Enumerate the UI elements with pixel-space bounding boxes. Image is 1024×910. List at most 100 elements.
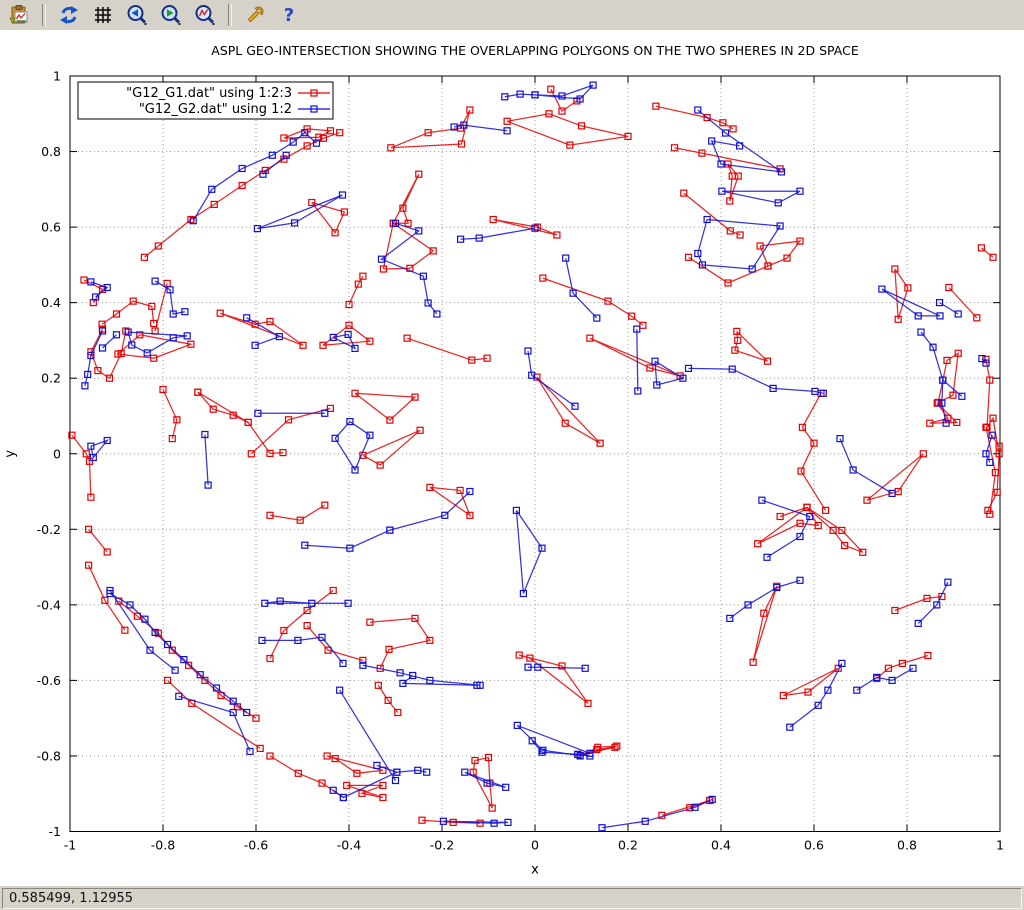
data-polyline [949, 288, 977, 318]
data-polyline [602, 799, 712, 827]
plot-title: ASPL GEO-INTERSECTION SHOWING THE OVERLA… [211, 43, 859, 58]
data-polyline [507, 114, 628, 145]
data-polyline [537, 377, 600, 443]
data-polyline [938, 353, 958, 402]
x-tick-label: 0 [531, 838, 539, 853]
legend: "G12_G1.dat" using 1:2:3"G12_G2.dat" usi… [78, 82, 333, 119]
data-polyline [637, 329, 638, 391]
data-polyline [163, 390, 177, 439]
plot-svg[interactable]: -1-1 -0.8 -0.8 -0.6 -0.6 -0.4 -0.4 -0.2 -0.2 0 0 0.… [0, 30, 1024, 886]
data-polyline [335, 422, 370, 470]
data-polyline [393, 174, 419, 223]
copy-plot-button[interactable] [5, 1, 33, 29]
legend-label: "G12_G1.dat" using 1:2:3 [126, 86, 292, 101]
data-polyline [257, 195, 342, 229]
magnifier-autoscale-icon [194, 4, 216, 26]
data-polyline [251, 408, 330, 453]
mouse-coordinates: 0.585499, 1.12955 [2, 888, 1022, 909]
data-polyline [349, 276, 363, 304]
x-tick-label: 0.4 [711, 838, 731, 853]
data-polyline [179, 696, 250, 751]
data-polyline [535, 85, 593, 99]
data-polyline [689, 368, 824, 393]
data-polyline [220, 313, 303, 345]
data-polyline [370, 618, 430, 668]
y-tick-label: -0.6 [37, 673, 61, 688]
x-tick-label: -1 [64, 838, 76, 853]
clipboard-export-icon [8, 4, 30, 26]
data-polyline [801, 393, 826, 510]
data-polyline [378, 685, 398, 712]
data-polyline [753, 586, 777, 662]
x-tick-label: -0.2 [430, 838, 454, 853]
data-polyline [728, 164, 738, 201]
data-polyline [312, 203, 345, 233]
data-polyline [198, 392, 248, 422]
y-tick-label: -0.8 [37, 748, 61, 763]
data-polyline [505, 94, 535, 97]
data-polyline [722, 191, 800, 203]
data-polyline [103, 335, 117, 348]
data-marker [548, 86, 554, 92]
magnifier-back-icon [126, 4, 148, 26]
toolbar-separator [228, 4, 232, 26]
zoom-previous-button[interactable] [123, 1, 151, 29]
y-tick-label: 0.4 [41, 295, 61, 310]
data-polyline [735, 331, 768, 361]
data-polyline [355, 393, 415, 420]
y-tick-label: 1 [53, 69, 61, 84]
configure-button[interactable] [241, 1, 269, 29]
data-polyline [790, 663, 842, 727]
x-tick-label: 0.8 [897, 838, 917, 853]
data-polyline [981, 248, 993, 257]
grid-toggle-button[interactable] [89, 1, 117, 29]
data-polyline [390, 492, 470, 531]
data-polyline [307, 626, 363, 661]
toolbar-separator [42, 4, 46, 26]
x-tick-label: -0.6 [244, 838, 268, 853]
zoom-next-button[interactable] [157, 1, 185, 29]
status-bar: 0.585499, 1.12955 [0, 886, 1024, 910]
replot-button[interactable] [55, 1, 83, 29]
data-polyline [675, 148, 781, 169]
autoscale-button[interactable] [191, 1, 219, 29]
toolbar: ? [0, 0, 1024, 30]
y-axis-label: y [3, 450, 18, 458]
data-polyline [730, 580, 800, 618]
y-tick-label: -0.2 [37, 522, 61, 537]
data-polyline [684, 193, 740, 235]
y-tick-label: 0 [53, 446, 61, 461]
y-tick-label: -1 [49, 824, 61, 839]
help-button[interactable]: ? [275, 1, 303, 29]
data-polyline [519, 655, 588, 703]
legend-label: "G12_G2.dat" using 1:2 [139, 102, 292, 117]
data-polyline [461, 228, 535, 239]
question-icon: ? [278, 4, 300, 26]
data-polyline [377, 765, 427, 772]
refresh-icon [58, 4, 80, 26]
data-polyline [198, 392, 283, 453]
x-tick-label: 1 [996, 838, 1004, 853]
data-polyline [270, 756, 343, 798]
data-polyline [528, 667, 585, 668]
data-polyline [918, 582, 948, 623]
y-tick-label: -0.4 [37, 597, 61, 612]
data-polyline [473, 758, 492, 809]
data-polyline [760, 241, 800, 266]
data-polyline [807, 507, 863, 552]
x-axis-label: x [531, 863, 539, 878]
x-tick-label: 0.2 [618, 838, 638, 853]
y-tick-label: 0.8 [41, 144, 61, 159]
data-polyline [758, 507, 819, 543]
data-polyline [102, 301, 154, 324]
x-tick-label: -0.8 [151, 838, 175, 853]
gnuplot-window: ? -1-1 -0.8 -0.8 -0.6 -0.6 -0.4 -0.4 -0.2 -0.2 0 0… [0, 0, 1024, 910]
svg-text:?: ? [284, 5, 294, 26]
x-tick-label: -0.4 [337, 838, 361, 853]
plot-canvas[interactable]: -1-1 -0.8 -0.8 -0.6 -0.6 -0.4 -0.4 -0.2 -0.2 0 0 0.… [0, 30, 1024, 886]
data-polyline [363, 430, 420, 465]
data-polyline [516, 510, 542, 593]
wrench-icon [244, 4, 266, 26]
data-polyline [205, 435, 208, 486]
data-marker [823, 507, 829, 513]
